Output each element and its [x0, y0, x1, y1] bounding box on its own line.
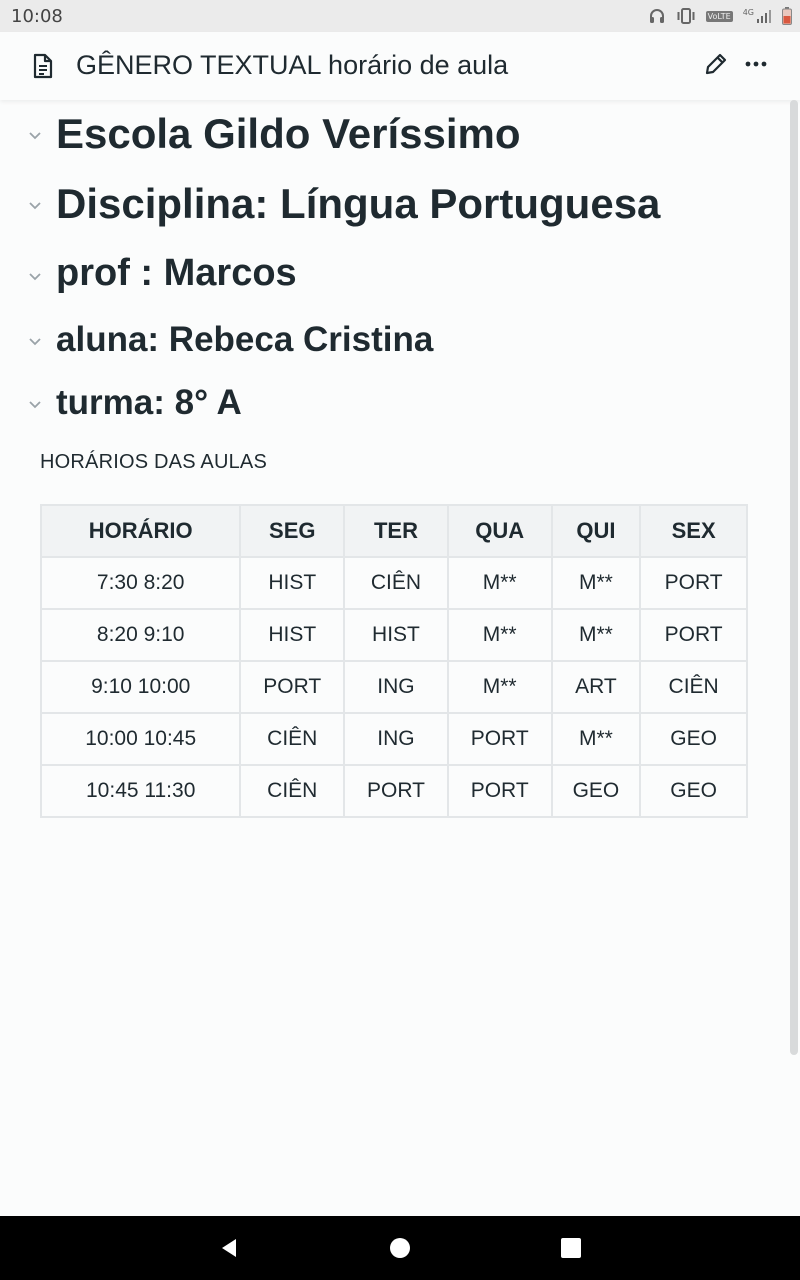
heading-text: turma: 8° A [56, 383, 242, 422]
navigation-bar [0, 1216, 800, 1280]
chevron-down-icon[interactable] [28, 334, 42, 348]
table-cell: PORT [639, 556, 748, 610]
heading-text: Escola Gildo Veríssimo [56, 110, 521, 157]
header-cell: SEG [239, 504, 346, 558]
table-cell: HIST [343, 608, 449, 662]
table-cell: GEO [639, 764, 748, 818]
status-bar: 10:08 VoLTE 4G [0, 0, 800, 32]
header-cell: QUI [550, 504, 642, 558]
table-cell: HIST [239, 608, 346, 662]
table-row: 8:20 9:10 HIST HIST M** M** PORT [39, 608, 748, 662]
table-cell: M** [446, 556, 553, 610]
table-cell: GEO [639, 712, 748, 766]
more-options-icon[interactable] [742, 50, 770, 78]
document-title: GÊNERO TEXTUAL horário de aula [76, 50, 509, 80]
table-cell: CIÊN [639, 660, 748, 714]
heading-class[interactable]: turma: 8° A [0, 381, 780, 425]
table-row: 7:30 8:20 HIST CIÊN M** M** PORT [39, 556, 748, 610]
table-row: 10:00 10:45 CIÊN ING PORT M** GEO [39, 712, 748, 766]
table-cell: M** [446, 608, 553, 662]
home-icon[interactable] [388, 1236, 412, 1260]
table-cell: PORT [239, 660, 346, 714]
header-cell: TER [343, 504, 449, 558]
heading-text: prof : Marcos [56, 252, 297, 294]
section-label: HORÁRIOS DAS AULAS [40, 451, 267, 473]
table-cell: PORT [446, 764, 553, 818]
table-cell: M** [550, 556, 642, 610]
table-cell: PORT [639, 608, 748, 662]
table-cell: PORT [343, 764, 449, 818]
table-cell: ING [343, 660, 449, 714]
schedule-table: HORÁRIO SEG TER QUA QUI SEX 7:30 8:20 HI… [39, 504, 748, 818]
battery-icon [782, 7, 792, 25]
chevron-down-icon[interactable] [28, 198, 42, 212]
heading-school[interactable]: Escola Gildo Veríssimo [0, 108, 780, 160]
status-icons: VoLTE 4G [648, 6, 792, 26]
volte-icon: VoLTE [705, 10, 733, 22]
app-bar: GÊNERO TEXTUAL horário de aula [0, 32, 800, 100]
table-cell: M** [550, 608, 642, 662]
scrollbar[interactable] [790, 100, 798, 1055]
table-cell: ART [550, 660, 642, 714]
document-icon [33, 53, 53, 79]
status-time: 10:08 [11, 6, 63, 27]
table-row: 9:10 10:00 PORT ING M** ART CIÊN [39, 660, 748, 714]
heading-text: Disciplina: Língua Portuguesa [56, 180, 661, 227]
chevron-down-icon[interactable] [28, 128, 42, 142]
recents-icon[interactable] [559, 1236, 583, 1260]
heading-text: aluna: Rebeca Cristina [56, 320, 434, 359]
time-cell: 8:20 9:10 [39, 608, 242, 662]
header-cell: QUA [446, 504, 553, 558]
signal-icon [757, 10, 771, 23]
table-cell: M** [550, 712, 642, 766]
time-cell: 10:00 10:45 [39, 712, 242, 766]
table-cell: CIÊN [343, 556, 449, 610]
table-cell: CIÊN [239, 712, 346, 766]
header-cell: HORÁRIO [39, 504, 242, 558]
table-cell: PORT [446, 712, 553, 766]
table-cell: HIST [239, 556, 346, 610]
heading-teacher[interactable]: prof : Marcos [0, 250, 780, 298]
network-type-label: 4G [742, 8, 754, 17]
table-cell: ING [343, 712, 449, 766]
vibrate-icon [677, 8, 695, 24]
table-cell: CIÊN [239, 764, 346, 818]
heading-student[interactable]: aluna: Rebeca Cristina [0, 318, 780, 362]
time-cell: 9:10 10:00 [39, 660, 242, 714]
chevron-down-icon[interactable] [28, 269, 42, 283]
back-icon[interactable] [217, 1236, 241, 1260]
table-cell: M** [446, 660, 553, 714]
heading-subject[interactable]: Disciplina: Língua Portuguesa [0, 178, 780, 230]
table-header-row: HORÁRIO SEG TER QUA QUI SEX [39, 504, 748, 558]
headphones-icon [649, 9, 664, 23]
table-cell: GEO [550, 764, 642, 818]
table-row: 10:45 11:30 CIÊN PORT PORT GEO GEO [39, 764, 748, 818]
pencil-edit-icon[interactable] [702, 50, 730, 78]
chevron-down-icon[interactable] [28, 397, 42, 411]
time-cell: 7:30 8:20 [39, 556, 242, 610]
time-cell: 10:45 11:30 [39, 764, 242, 818]
header-cell: SEX [639, 504, 748, 558]
